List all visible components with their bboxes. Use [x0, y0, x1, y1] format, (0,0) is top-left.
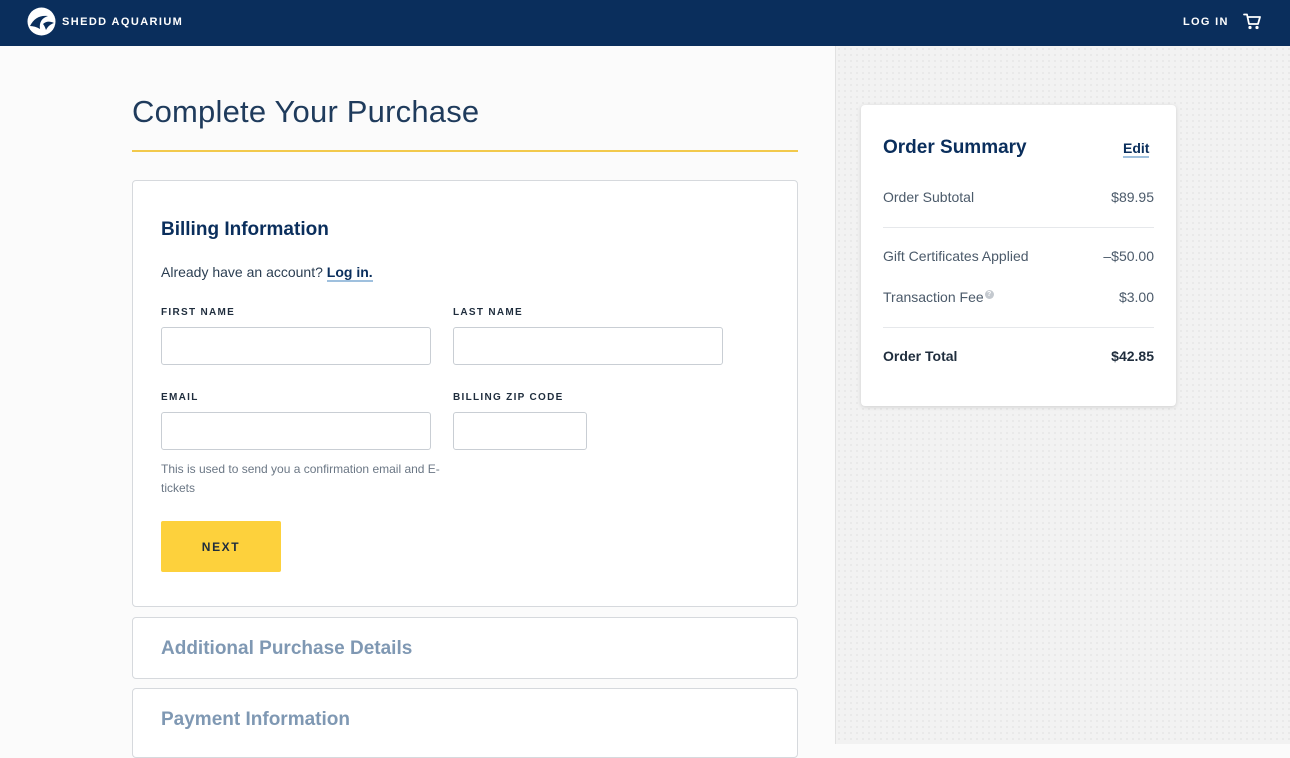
account-prompt-text: Already have an account?	[161, 264, 323, 280]
page-title: Complete Your Purchase	[132, 94, 480, 129]
info-icon[interactable]: ?	[984, 290, 994, 300]
shedd-logo-icon	[27, 7, 56, 36]
gift-certificates-label: Gift Certificates Applied	[883, 248, 1029, 264]
email-label: EMAIL	[161, 392, 199, 403]
brand-name: SHEDD AQUARIUM	[62, 15, 184, 28]
brand-home-link[interactable]: SHEDD AQUARIUM	[27, 7, 183, 36]
first-name-input[interactable]	[161, 327, 431, 365]
transaction-fee-row: Transaction Fee? $3.00	[883, 289, 1154, 305]
order-subtotal-row: Order Subtotal $89.95	[883, 189, 1154, 205]
order-summary-card: Order Summary Edit Order Subtotal $89.95…	[861, 105, 1176, 406]
additional-details-title: Additional Purchase Details	[161, 638, 413, 659]
order-total-label: Order Total	[883, 348, 958, 364]
edit-order-link[interactable]: Edit	[1123, 140, 1150, 158]
last-name-label: LAST NAME	[453, 307, 524, 318]
order-total-row: Order Total $42.85	[883, 348, 1154, 364]
last-name-input[interactable]	[453, 327, 723, 365]
additional-purchase-details-section[interactable]: Additional Purchase Details	[132, 617, 798, 679]
header-login-link[interactable]: LOG IN	[1183, 16, 1229, 28]
summary-divider	[883, 327, 1154, 328]
payment-information-title: Payment Information	[161, 709, 350, 730]
billing-login-link[interactable]: Log in.	[326, 264, 373, 282]
transaction-fee-label-wrap: Transaction Fee?	[883, 289, 994, 305]
account-prompt: Already have an account? Log in.	[161, 264, 373, 282]
payment-information-section[interactable]: Payment Information	[132, 688, 798, 758]
top-navigation-bar: SHEDD AQUARIUM LOG IN	[0, 0, 1290, 46]
gift-certificates-value: –$50.00	[1103, 248, 1154, 264]
summary-divider	[883, 227, 1154, 228]
next-button[interactable]: NEXT	[161, 521, 281, 572]
order-subtotal-value: $89.95	[1111, 189, 1154, 205]
email-input[interactable]	[161, 412, 431, 450]
first-name-label: FIRST NAME	[161, 307, 236, 318]
email-hint: This is used to send you a confirmation …	[161, 462, 440, 495]
cart-icon[interactable]	[1243, 13, 1261, 30]
billing-section-title: Billing Information	[161, 219, 329, 240]
order-total-value: $42.85	[1111, 348, 1154, 364]
order-summary-title: Order Summary	[883, 137, 1027, 158]
title-divider	[132, 150, 798, 152]
order-subtotal-label: Order Subtotal	[883, 189, 975, 205]
gift-certificates-row: Gift Certificates Applied –$50.00	[883, 248, 1154, 264]
transaction-fee-value: $3.00	[1118, 289, 1154, 305]
billing-zip-label: BILLING ZIP CODE	[453, 392, 564, 403]
transaction-fee-label: Transaction Fee	[883, 289, 984, 305]
billing-information-panel: Billing Information Already have an acco…	[132, 180, 798, 607]
billing-zip-input[interactable]	[453, 412, 587, 450]
